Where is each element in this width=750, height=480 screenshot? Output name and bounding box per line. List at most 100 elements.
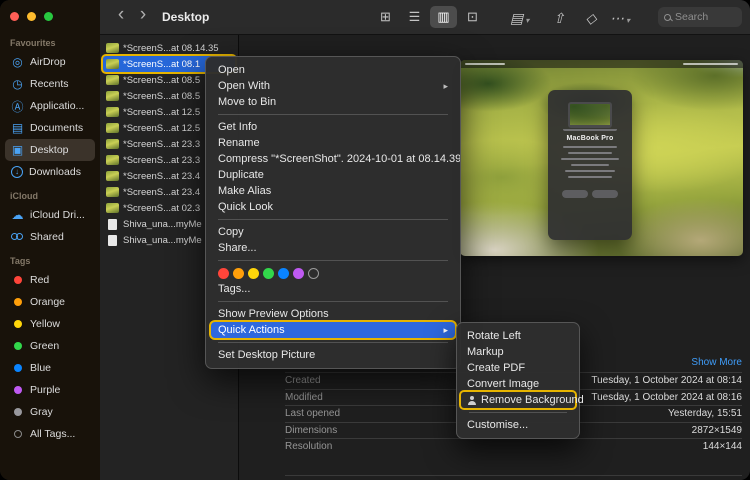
sidebar-item-tag-orange[interactable]: Orange — [5, 291, 95, 313]
sidebar-item-airdrop[interactable]: ◎ AirDrop — [5, 51, 95, 73]
menu-item-quick-actions[interactable]: Quick Actions▸ — [211, 322, 455, 338]
tag-button[interactable]: ◇ — [582, 8, 600, 28]
sidebar-item-recents[interactable]: ◷ Recents — [5, 73, 95, 95]
image-thumbnail-icon — [106, 75, 119, 85]
sidebar-item-tag-green[interactable]: Green — [5, 335, 95, 357]
minimize-button[interactable] — [27, 12, 36, 21]
sidebar-section-icloud: iCloud — [10, 191, 90, 201]
menu-item-label: Duplicate — [218, 167, 264, 183]
red-tag-icon — [14, 276, 22, 284]
more-button[interactable]: ⋯▾ — [610, 8, 630, 28]
search-field[interactable] — [658, 7, 742, 27]
menu-item-copy[interactable]: Copy — [206, 224, 460, 240]
menu-divider — [218, 219, 448, 220]
menu-item-duplicate[interactable]: Duplicate — [206, 167, 460, 183]
sidebar-item-label: Documents — [30, 122, 83, 134]
sidebar-item-shared[interactable]: Shared — [5, 226, 95, 248]
zoom-button[interactable] — [44, 12, 53, 21]
close-button[interactable] — [10, 12, 19, 21]
back-button[interactable]: ‹ — [112, 5, 130, 25]
file-name: *ScreenS...at 23.3 — [123, 155, 200, 166]
menu-item-rename[interactable]: Rename — [206, 135, 460, 151]
image-thumbnail-icon — [106, 187, 119, 197]
sidebar-item-applications[interactable]: Ⓐ Applicatio... — [5, 95, 95, 117]
info-label: Resolution — [285, 441, 332, 452]
submenu-item-customise[interactable]: Customise... — [457, 417, 579, 433]
gallery-view-button[interactable]: ⊡ — [459, 6, 486, 28]
spec-line — [563, 146, 617, 148]
menu-item-move-to-bin[interactable]: Move to Bin — [206, 94, 460, 110]
submenu-item-markup[interactable]: Markup — [457, 344, 579, 360]
submenu-item-create-pdf[interactable]: Create PDF — [457, 360, 579, 376]
menu-item-get-info[interactable]: Get Info — [206, 119, 460, 135]
menu-item-label: Copy — [218, 224, 244, 240]
file-name: Shiva_una...myMe — [123, 219, 202, 230]
yellow-tag-swatch[interactable] — [248, 268, 259, 279]
menu-item-label: Convert Image — [467, 378, 539, 390]
people-icon — [11, 231, 24, 243]
orange-tag-icon — [14, 298, 22, 306]
file-preview-image: MacBook Pro — [460, 60, 743, 256]
info-value: Yesterday, 15:51 — [668, 408, 742, 419]
sidebar-item-icloud-drive[interactable]: ☁ iCloud Dri... — [5, 204, 95, 226]
sidebar-item-label: Shared — [30, 231, 64, 243]
sidebar-item-label: Purple — [30, 384, 60, 396]
menu-item-label: Get Info — [218, 119, 257, 135]
menu-item-set-desktop-picture[interactable]: Set Desktop Picture — [206, 347, 460, 363]
menu-item-label: Compress "*ScreenShot". 2024-10-01 at 08… — [218, 151, 460, 167]
info-value: Tuesday, 1 October 2024 at 08:14 — [591, 375, 742, 386]
menu-item-show-preview-options[interactable]: Show Preview Options — [206, 306, 460, 322]
finder-window: Favourites ◎ AirDrop ◷ Recents Ⓐ Applica… — [0, 0, 750, 480]
sidebar-item-desktop[interactable]: ▣ Desktop — [5, 139, 95, 161]
macbook-base — [563, 129, 617, 131]
search-input[interactable] — [675, 11, 736, 23]
group-button[interactable]: ▤▾ — [510, 8, 529, 28]
image-thumbnail-icon — [106, 123, 119, 133]
empty-tag-swatch[interactable] — [308, 268, 319, 279]
sidebar-item-tag-red[interactable]: Red — [5, 269, 95, 291]
menu-item-label: Create PDF — [467, 362, 525, 374]
menu-item-share[interactable]: Share... — [206, 240, 460, 256]
menu-divider — [218, 260, 448, 261]
menu-item-open-with[interactable]: Open With▸ — [206, 78, 460, 94]
sidebar-item-label: Blue — [30, 362, 51, 374]
airdrop-icon: ◎ — [11, 55, 24, 69]
red-tag-swatch[interactable] — [218, 268, 229, 279]
icon-view-button[interactable]: ⊞ — [372, 6, 399, 28]
orange-tag-swatch[interactable] — [233, 268, 244, 279]
column-view-button[interactable]: ▥ — [430, 6, 457, 28]
submenu-item-remove-background[interactable]: Remove Background — [461, 392, 575, 408]
sidebar-item-tag-yellow[interactable]: Yellow — [5, 313, 95, 335]
blue-tag-icon — [14, 364, 22, 372]
menu-item-quick-look[interactable]: Quick Look — [206, 199, 460, 215]
sidebar-item-label: All Tags... — [30, 428, 75, 440]
sidebar-section-tags: Tags — [10, 256, 90, 266]
yellow-tag-icon — [14, 320, 22, 328]
sidebar-item-tag-gray[interactable]: Gray — [5, 401, 95, 423]
purple-tag-icon — [14, 386, 22, 394]
show-more-link[interactable]: Show More — [691, 357, 742, 368]
share-button[interactable]: ⇧ — [550, 8, 568, 28]
forward-button[interactable]: › — [134, 5, 152, 25]
green-tag-swatch[interactable] — [263, 268, 274, 279]
sidebar-item-all-tags[interactable]: All Tags... — [5, 423, 95, 445]
sidebar-item-tag-purple[interactable]: Purple — [5, 379, 95, 401]
menu-item-make-alias[interactable]: Make Alias — [206, 183, 460, 199]
list-view-button[interactable]: ☰ — [401, 6, 428, 28]
blue-tag-swatch[interactable] — [278, 268, 289, 279]
image-thumbnail-icon — [106, 139, 119, 149]
menu-item-open[interactable]: Open — [206, 62, 460, 78]
submenu-item-rotate-left[interactable]: Rotate Left — [457, 328, 579, 344]
menu-item-tags[interactable]: Tags... — [206, 281, 460, 297]
sidebar-item-tag-blue[interactable]: Blue — [5, 357, 95, 379]
tag-color-row — [206, 265, 460, 281]
sidebar-item-label: Red — [30, 274, 49, 286]
sidebar-item-downloads[interactable]: ↓ Downloads — [5, 161, 95, 183]
purple-tag-swatch[interactable] — [293, 268, 304, 279]
menu-item-compress[interactable]: Compress "*ScreenShot". 2024-10-01 at 08… — [206, 151, 460, 167]
submenu-item-convert-image[interactable]: Convert Image — [457, 376, 579, 392]
info-label: Modified — [285, 392, 323, 403]
macbook-label: MacBook Pro — [548, 135, 632, 142]
sidebar-item-documents[interactable]: ▤ Documents — [5, 117, 95, 139]
file-row[interactable]: *ScreenS...at 08.14.35 — [103, 40, 235, 56]
